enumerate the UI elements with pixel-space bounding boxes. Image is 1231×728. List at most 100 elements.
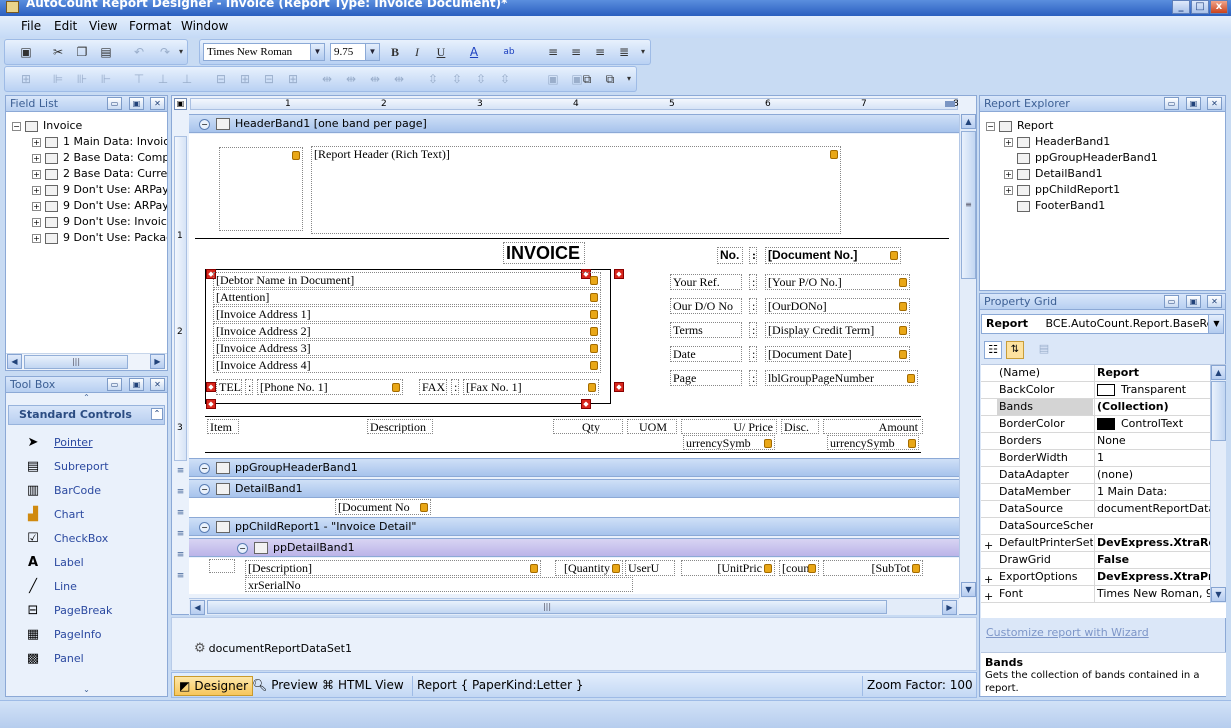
tree-item[interactable]: FooterBand1	[1017, 198, 1105, 214]
align-to-grid-icon[interactable]: ⊞	[18, 71, 34, 87]
align-justify-icon[interactable]: ≣	[616, 44, 632, 60]
tool-chart[interactable]: ▟ Chart	[24, 505, 84, 525]
tree-item[interactable]: + ppChildReport1	[1004, 182, 1120, 198]
property-pages-icon[interactable]: ▤	[1035, 341, 1053, 359]
page-colon[interactable]: :	[749, 370, 757, 386]
align-left-icon[interactable]: ≡	[545, 44, 561, 60]
dataset-component[interactable]: ⚙ documentReportDataSet1	[194, 641, 352, 656]
tree-item[interactable]: + HeaderBand1	[1004, 134, 1110, 150]
invoice-title[interactable]: INVOICE	[503, 242, 585, 264]
close-icon[interactable]: ✕	[150, 97, 165, 110]
tree-root[interactable]: − Report	[986, 118, 1053, 134]
invoice-address-3-field[interactable]: [Invoice Address 3]	[213, 340, 601, 356]
resize-handle-icon[interactable]: ◆	[206, 399, 216, 409]
italic-button[interactable]: I	[409, 44, 425, 60]
scroll-up-icon[interactable]: ▲	[961, 114, 976, 129]
expand-icon[interactable]: +	[1004, 137, 1013, 147]
redo-icon[interactable]: ↷	[157, 44, 173, 60]
close-icon[interactable]: ✕	[1207, 97, 1222, 110]
report-header-richtext[interactable]: [Report Header (Rich Text)]	[311, 146, 841, 234]
page-label[interactable]: Page	[670, 370, 742, 386]
same-size-icon[interactable]: ⊞	[285, 71, 301, 87]
currency-symbol-field[interactable]: urrencySymb	[827, 435, 919, 450]
menu-format[interactable]: Format	[129, 19, 171, 33]
tool-label[interactable]: A Label	[24, 553, 84, 573]
panel-float-icon[interactable]: ▣	[129, 97, 144, 110]
tool-pageinfo[interactable]: ▦ PageInfo	[24, 625, 102, 645]
same-width-icon[interactable]: ⊟	[213, 71, 229, 87]
align-centers-icon[interactable]: ⊪	[74, 71, 90, 87]
fax-label[interactable]: FAX	[419, 379, 447, 395]
ruler-corner-icon[interactable]: ▣	[174, 98, 187, 110]
property-row[interactable]: +FontTimes New Roman, 9.75	[981, 586, 1226, 603]
toolbar-overflow-icon[interactable]: ▾	[624, 71, 634, 87]
do-colon[interactable]: :	[749, 298, 757, 314]
tool-line[interactable]: ╱ Line	[24, 577, 77, 597]
expand-icon[interactable]: +	[32, 185, 41, 195]
design-hscrollbar[interactable]: ◀ ||| ▶	[189, 598, 959, 615]
scroll-thumb[interactable]: |||	[24, 355, 128, 369]
logo-picture[interactable]	[219, 147, 303, 231]
tool-pagebreak[interactable]: ⊟ PageBreak	[24, 601, 113, 621]
align-right-icon[interactable]: ≡	[592, 44, 608, 60]
expand-icon[interactable]: +	[32, 153, 41, 163]
scroll-up-icon[interactable]: ⌃	[6, 393, 167, 405]
expand-icon[interactable]: +	[32, 201, 41, 211]
phone-field[interactable]: [Phone No. 1]	[257, 379, 403, 395]
toolbar-overflow-icon[interactable]: ▾	[176, 44, 186, 60]
tree-root[interactable]: − Invoice	[12, 118, 82, 134]
tree-item[interactable]: + DetailBand1	[1004, 166, 1103, 182]
expand-icon[interactable]: +	[1004, 185, 1013, 195]
menu-file[interactable]: File	[21, 19, 41, 33]
panel-pin-icon[interactable]: ▭	[1164, 295, 1179, 308]
v-spacing-remove-icon[interactable]: ⇳	[497, 71, 513, 87]
property-row[interactable]: DrawGrid False	[981, 552, 1226, 569]
tab-designer[interactable]: ◩ Designer	[174, 676, 254, 696]
h-spacing-dec-icon[interactable]: ⇹	[367, 71, 383, 87]
attention-field[interactable]: [Attention]	[213, 289, 601, 305]
fax-field[interactable]: [Fax No. 1]	[463, 379, 599, 395]
property-row[interactable]: (Name) Report	[981, 365, 1226, 382]
no-colon[interactable]: :	[749, 247, 757, 264]
menu-view[interactable]: View	[89, 19, 117, 33]
property-row[interactable]: Bands (Collection)	[981, 399, 1226, 416]
h-spacing-remove-icon[interactable]: ⇹	[391, 71, 407, 87]
invoice-address-2-field[interactable]: [Invoice Address 2]	[213, 323, 601, 339]
chevron-up-icon[interactable]: ⌃	[151, 408, 163, 420]
col-qty[interactable]: Qty	[553, 419, 623, 434]
scroll-left-icon[interactable]: ◀	[7, 354, 22, 369]
tel-label[interactable]: TEL	[216, 379, 242, 395]
backcolor-button[interactable]: ab	[501, 44, 517, 60]
scroll-down-icon[interactable]: ⌄	[6, 685, 167, 696]
serial-no-field[interactable]: xrSerialNo	[245, 577, 633, 592]
document-date-field[interactable]: [Document Date]	[765, 346, 910, 362]
property-row[interactable]: DataSourcedocumentReportDataSet1	[981, 501, 1226, 518]
property-row[interactable]: DataMember 1 Main Data:	[981, 484, 1226, 501]
design-vscrollbar[interactable]: ▲ ≡ ▼	[959, 114, 976, 598]
date-label[interactable]: Date	[670, 346, 742, 362]
expand-icon[interactable]: +	[32, 137, 41, 147]
v-spacing-inc-icon[interactable]: ⇳	[449, 71, 465, 87]
tool-subreport[interactable]: ▤ Subreport	[24, 457, 109, 477]
chevron-down-icon[interactable]: ▼	[310, 44, 324, 60]
collapse-icon[interactable]: −	[986, 121, 995, 131]
underline-button[interactable]: U	[433, 44, 449, 60]
menu-edit[interactable]: Edit	[54, 19, 77, 33]
expand-icon[interactable]: +	[32, 233, 41, 243]
panel-float-icon[interactable]: ▣	[1186, 97, 1201, 110]
collapse-icon[interactable]: −	[199, 118, 210, 130]
col-disc[interactable]: Disc.	[781, 419, 819, 434]
toolbox-section-header[interactable]: Standard Controls ⌃	[8, 405, 165, 425]
no-label[interactable]: No.	[717, 247, 743, 264]
h-spacing-icon[interactable]: ⇹	[319, 71, 335, 87]
resize-handle-icon[interactable]: ◆	[614, 382, 624, 392]
band-group-header[interactable]: − ppGroupHeaderBand1	[189, 458, 959, 477]
scroll-left-icon[interactable]: ◀	[190, 600, 205, 615]
our-do-label[interactable]: Our D/O No	[670, 298, 742, 314]
align-tops-icon[interactable]: ⊤	[131, 71, 147, 87]
detail-unit-price-field[interactable]: [UnitPric	[681, 560, 775, 576]
save-icon[interactable]: ▣	[18, 44, 34, 60]
tree-item[interactable]: +9 Don't Use: Invoice	[32, 214, 167, 230]
undo-icon[interactable]: ↶	[131, 44, 147, 60]
same-height-icon[interactable]: ⊟	[261, 71, 277, 87]
